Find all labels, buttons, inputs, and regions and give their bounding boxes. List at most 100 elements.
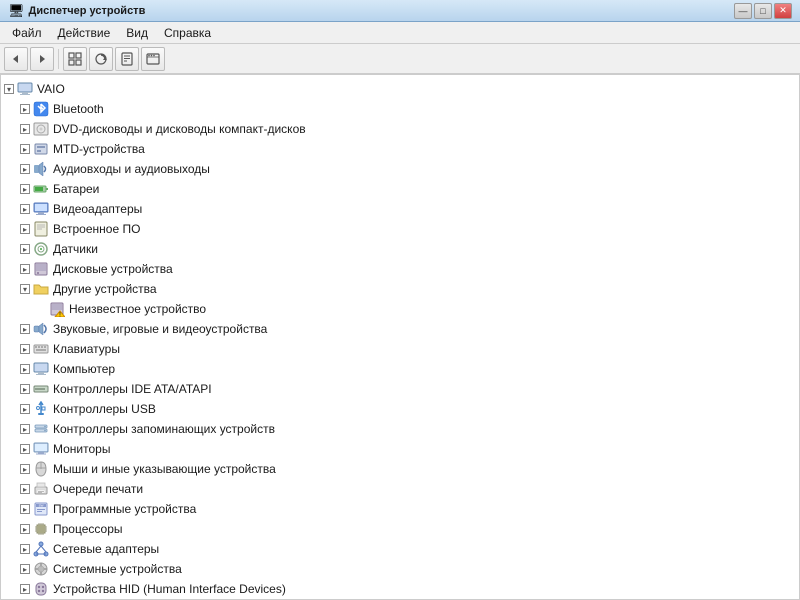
expand-arrow[interactable]: ▸ bbox=[20, 504, 30, 514]
tree-item-other[interactable]: ▾ Другие устройства bbox=[1, 279, 799, 299]
expand-icon[interactable]: ▸ bbox=[17, 141, 33, 157]
expand-icon[interactable]: ▸ bbox=[17, 101, 33, 117]
expand-icon[interactable]: ▸ bbox=[17, 381, 33, 397]
tree-item-network[interactable]: ▸ Сетевые адаптеры bbox=[1, 539, 799, 559]
item-icon-other bbox=[33, 281, 49, 297]
tree-item-ide[interactable]: ▸ Контроллеры IDE ATA/ATAPI bbox=[1, 379, 799, 399]
expand-arrow[interactable]: ▸ bbox=[20, 144, 30, 154]
tree-item-sound[interactable]: ▸ Звуковые, игровые и видеоустройства bbox=[1, 319, 799, 339]
expand-icon[interactable]: ▸ bbox=[17, 321, 33, 337]
expand-arrow[interactable]: ▸ bbox=[20, 224, 30, 234]
expand-icon[interactable]: ▸ bbox=[17, 201, 33, 217]
tree-item-monitors[interactable]: ▸ Мониторы bbox=[1, 439, 799, 459]
tree-item-mice[interactable]: ▸ Мыши и иные указывающие устройства bbox=[1, 459, 799, 479]
menu-view[interactable]: Вид bbox=[118, 24, 156, 42]
tree-item-audio[interactable]: ▸ Аудиовходы и аудиовыходы bbox=[1, 159, 799, 179]
expand-icon[interactable]: ▸ bbox=[17, 521, 33, 537]
properties-button[interactable] bbox=[115, 47, 139, 71]
expand-arrow[interactable]: ▸ bbox=[20, 444, 30, 454]
tree-item-sensors[interactable]: ▸ Датчики bbox=[1, 239, 799, 259]
tree-item-mtd[interactable]: ▸ MTD-устройства bbox=[1, 139, 799, 159]
expand-icon[interactable]: ▸ bbox=[17, 161, 33, 177]
item-label-hid: Устройства HID (Human Interface Devices) bbox=[53, 582, 286, 596]
tree-item-unknown[interactable]: !Неизвестное устройство bbox=[1, 299, 799, 319]
tree-item-software[interactable]: ▸ SWПрограммные устройства bbox=[1, 499, 799, 519]
menu-help[interactable]: Справка bbox=[156, 24, 219, 42]
expand-arrow[interactable]: ▸ bbox=[20, 104, 30, 114]
tree-item-dvd[interactable]: ▸ DVD-дисководы и дисководы компакт-диск… bbox=[1, 119, 799, 139]
expand-icon[interactable]: ▸ bbox=[17, 401, 33, 417]
maximize-button[interactable]: □ bbox=[754, 3, 772, 19]
close-button[interactable]: ✕ bbox=[774, 3, 792, 19]
update-driver-button[interactable] bbox=[89, 47, 113, 71]
tree-item-storage[interactable]: ▸ Контроллеры запоминающих устройств bbox=[1, 419, 799, 439]
expand-arrow[interactable]: ▸ bbox=[20, 524, 30, 534]
expand-arrow[interactable]: ▸ bbox=[20, 584, 30, 594]
tree-item-system[interactable]: ▸ Системные устройства bbox=[1, 559, 799, 579]
menu-file[interactable]: Файл bbox=[4, 24, 50, 42]
expand-icon[interactable]: ▸ bbox=[17, 421, 33, 437]
item-icon-usb bbox=[33, 401, 49, 417]
menu-action[interactable]: Действие bbox=[50, 24, 119, 42]
expand-arrow[interactable]: ▸ bbox=[20, 424, 30, 434]
tree-item-firmware[interactable]: ▸ Встроенное ПО bbox=[1, 219, 799, 239]
tree-item-keyboard[interactable]: ▸ Клавиатуры bbox=[1, 339, 799, 359]
tree-item-battery[interactable]: ▸ Батареи bbox=[1, 179, 799, 199]
item-icon-sensors bbox=[33, 241, 49, 257]
tree-item-vaio[interactable]: ▾ VAIO bbox=[1, 79, 799, 99]
expand-arrow[interactable]: ▸ bbox=[20, 364, 30, 374]
expand-icon[interactable]: ▸ bbox=[17, 221, 33, 237]
expand-icon[interactable]: ▸ bbox=[17, 461, 33, 477]
show-hide-button[interactable] bbox=[63, 47, 87, 71]
expand-arrow[interactable]: ▸ bbox=[20, 384, 30, 394]
item-icon-bluetooth bbox=[33, 101, 49, 117]
expand-icon[interactable]: ▸ bbox=[17, 261, 33, 277]
expand-icon[interactable]: ▸ bbox=[17, 361, 33, 377]
expand-arrow[interactable]: ▸ bbox=[20, 344, 30, 354]
expand-arrow[interactable]: ▸ bbox=[20, 244, 30, 254]
expand-arrow[interactable]: ▾ bbox=[4, 84, 14, 94]
tree-item-usb[interactable]: ▸ Контроллеры USB bbox=[1, 399, 799, 419]
expand-arrow[interactable]: ▸ bbox=[20, 204, 30, 214]
device-tree-panel[interactable]: ▾ VAIO ▸ Bluetooth ▸ DVD-дисководы и дис… bbox=[0, 74, 800, 600]
console-button[interactable] bbox=[141, 47, 165, 71]
forward-button[interactable] bbox=[30, 47, 54, 71]
expand-icon[interactable]: ▸ bbox=[17, 541, 33, 557]
expand-arrow[interactable]: ▸ bbox=[20, 464, 30, 474]
tree-item-computer[interactable]: ▸ Компьютер bbox=[1, 359, 799, 379]
expand-icon[interactable]: ▸ bbox=[17, 121, 33, 137]
back-button[interactable] bbox=[4, 47, 28, 71]
tree-item-video[interactable]: ▸ Видеоадаптеры bbox=[1, 199, 799, 219]
expand-icon[interactable]: ▾ bbox=[17, 281, 33, 297]
tree-item-print-queue[interactable]: ▸ Очереди печати bbox=[1, 479, 799, 499]
expand-icon[interactable]: ▸ bbox=[17, 181, 33, 197]
tree-item-cpu[interactable]: ▸ Процессоры bbox=[1, 519, 799, 539]
expand-icon[interactable]: ▸ bbox=[17, 501, 33, 517]
expand-icon[interactable]: ▸ bbox=[17, 581, 33, 597]
tree-item-disks[interactable]: ▸ Дисковые устройства bbox=[1, 259, 799, 279]
expand-arrow[interactable]: ▸ bbox=[20, 544, 30, 554]
tree-item-hid[interactable]: ▸ Устройства HID (Human Interface Device… bbox=[1, 579, 799, 599]
minimize-button[interactable]: — bbox=[734, 3, 752, 19]
expand-icon[interactable]: ▸ bbox=[17, 241, 33, 257]
expand-arrow[interactable]: ▸ bbox=[20, 164, 30, 174]
expand-icon[interactable]: ▸ bbox=[17, 481, 33, 497]
item-label-storage: Контроллеры запоминающих устройств bbox=[53, 422, 275, 436]
item-label-vaio: VAIO bbox=[37, 82, 65, 96]
expand-arrow[interactable]: ▸ bbox=[20, 124, 30, 134]
expand-arrow[interactable]: ▸ bbox=[20, 484, 30, 494]
tree-item-bluetooth[interactable]: ▸ Bluetooth bbox=[1, 99, 799, 119]
item-icon-video bbox=[33, 201, 49, 217]
expand-arrow[interactable]: ▸ bbox=[20, 324, 30, 334]
expand-arrow[interactable]: ▸ bbox=[20, 404, 30, 414]
expand-arrow[interactable]: ▸ bbox=[20, 264, 30, 274]
item-label-dvd: DVD-дисководы и дисководы компакт-дисков bbox=[53, 122, 306, 136]
expand-icon[interactable]: ▸ bbox=[17, 561, 33, 577]
expand-icon[interactable]: ▾ bbox=[1, 81, 17, 97]
expand-arrow[interactable]: ▸ bbox=[20, 564, 30, 574]
expand-arrow[interactable]: ▾ bbox=[20, 284, 30, 294]
expand-arrow[interactable]: ▸ bbox=[20, 184, 30, 194]
expand-icon[interactable]: ▸ bbox=[17, 341, 33, 357]
expand-icon[interactable]: ▸ bbox=[17, 441, 33, 457]
item-icon-disks bbox=[33, 261, 49, 277]
